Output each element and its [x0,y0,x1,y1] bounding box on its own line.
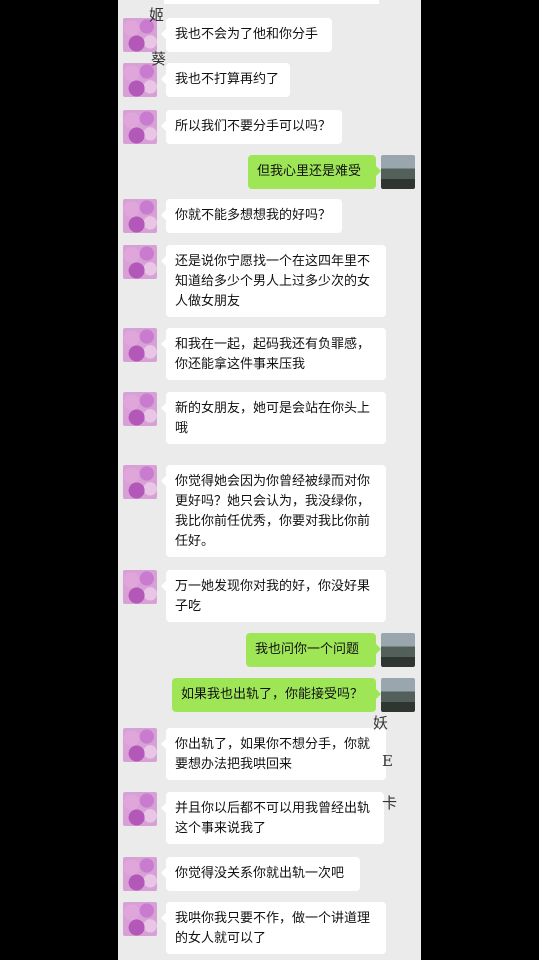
chat-message: 所以我们不要分手可以吗？ [118,110,421,144]
message-bubble[interactable]: 我也问你一个问题 [246,633,381,667]
chat-message: 但我心里还是难受 [118,155,421,189]
message-bubble[interactable]: 还是说你宁愿找一个在这四年里不知道给多少个男人上过多少次的女人做女朋友 [161,245,386,317]
message-bubble[interactable]: 万一她发现你对我的好，你没好果子吃 [161,570,386,622]
contact-avatar[interactable] [123,728,157,762]
message-text: 我也不打算再约了 [175,72,280,87]
chat-message: 你觉得没关系你就出轨一次吧 [118,857,421,891]
message-bubble[interactable]: 并且你以后都不可以用我曾经出轨这个事来说我了 [161,792,384,844]
message-bubble[interactable]: 和我在一起，起码我还有负罪感，你还能拿这件事来压我 [161,328,386,380]
message-bubble[interactable]: 新的女朋友，她可是会站在你头上哦 [161,392,386,444]
contact-avatar[interactable] [123,570,157,604]
message-text: 你出轨了，如果你不想分手，你就要想办法把我哄回来 [175,737,371,772]
contact-avatar[interactable] [123,245,157,279]
message-bubble[interactable]: 我哄你我只要不作，做一个讲道理的女人就可以了 [161,902,386,954]
chat-message: 你就不能多想想我的好吗？ [118,199,421,233]
chat-message: 新的女朋友，她可是会站在你头上哦 [118,392,421,444]
message-bubble[interactable]: 但我心里还是难受 [248,155,381,189]
message-text: 但我心里还是难受 [257,164,362,179]
chat-message: 还是说你宁愿找一个在这四年里不知道给多少个男人上过多少次的女人做女朋友 [118,245,421,317]
my-avatar[interactable] [381,678,415,712]
chat-message: 万一她发现你对我的好，你没好果子吃 [118,570,421,622]
contact-avatar[interactable] [123,328,157,362]
message-text: 并且你以后都不可以用我曾经出轨这个事来说我了 [175,801,371,836]
message-bubble[interactable]: 你出轨了，如果你不想分手，你就要想办法把我哄回来 [161,728,386,780]
message-text: 我哄你我只要不作，做一个讲道理的女人就可以了 [175,911,371,946]
message-text: 我也问你一个问题 [255,642,360,657]
message-text: 所以我们不要分手可以吗？ [175,119,332,134]
chat-message: 我也问你一个问题 [118,633,421,667]
contact-avatar[interactable] [123,902,157,936]
contact-avatar[interactable] [123,792,157,826]
chat-message: 如果我也出轨了，你能接受吗？ [118,678,421,712]
message-bubble[interactable]: 我也不打算再约了 [161,63,290,97]
message-text: 我也不会为了他和你分手 [175,27,319,42]
message-bubble[interactable]: 你觉得没关系你就出轨一次吧 [161,857,360,891]
message-text: 你就不能多想想我的好吗？ [175,208,332,223]
chat-screen: 我也不会为了他和你分手 我也不打算再约了 所以我们不要分手可以吗？ 但我心里还是… [118,0,421,960]
contact-avatar[interactable] [123,199,157,233]
message-bubble[interactable]: 你就不能多想想我的好吗？ [161,199,342,233]
my-avatar[interactable] [381,633,415,667]
contact-avatar[interactable] [123,110,157,144]
background-deco-text: E [382,752,393,770]
chat-message: 你出轨了，如果你不想分手，你就要想办法把我哄回来 [118,728,421,780]
background-deco-text: 卡 [382,794,398,812]
background-deco-text: 妖 [373,714,389,732]
background-deco-text: 姬 [149,6,165,24]
message-text: 如果我也出轨了，你能接受吗？ [181,687,364,702]
message-text: 万一她发现你对我的好，你没好果子吃 [175,579,371,614]
background-deco-text: 葵 [151,50,167,68]
previous-bubble-edge [164,0,379,4]
chat-message: 你觉得她会因为你曾经被绿而对你更好吗？她只会认为，我没绿你，我比你前任优秀，你要… [118,465,421,557]
message-text: 和我在一起，起码我还有负罪感，你还能拿这件事来压我 [175,337,371,372]
chat-message: 并且你以后都不可以用我曾经出轨这个事来说我了 [118,792,421,844]
chat-message: 和我在一起，起码我还有负罪感，你还能拿这件事来压我 [118,328,421,380]
chat-message: 我哄你我只要不作，做一个讲道理的女人就可以了 [118,902,421,954]
message-text: 你觉得没关系你就出轨一次吧 [175,866,345,881]
message-bubble[interactable]: 如果我也出轨了，你能接受吗？ [172,678,381,712]
message-bubble[interactable]: 你觉得她会因为你曾经被绿而对你更好吗？她只会认为，我没绿你，我比你前任优秀，你要… [161,465,386,557]
message-text: 你觉得她会因为你曾经被绿而对你更好吗？她只会认为，我没绿你，我比你前任优秀，你要… [175,474,371,549]
contact-avatar[interactable] [123,857,157,891]
my-avatar[interactable] [381,155,415,189]
message-text: 还是说你宁愿找一个在这四年里不知道给多少个男人上过多少次的女人做女朋友 [175,254,371,309]
contact-avatar[interactable] [123,465,157,499]
message-bubble[interactable]: 所以我们不要分手可以吗？ [161,110,342,144]
message-bubble[interactable]: 我也不会为了他和你分手 [161,18,332,52]
contact-avatar[interactable] [123,392,157,426]
message-text: 新的女朋友，她可是会站在你头上哦 [175,401,371,436]
